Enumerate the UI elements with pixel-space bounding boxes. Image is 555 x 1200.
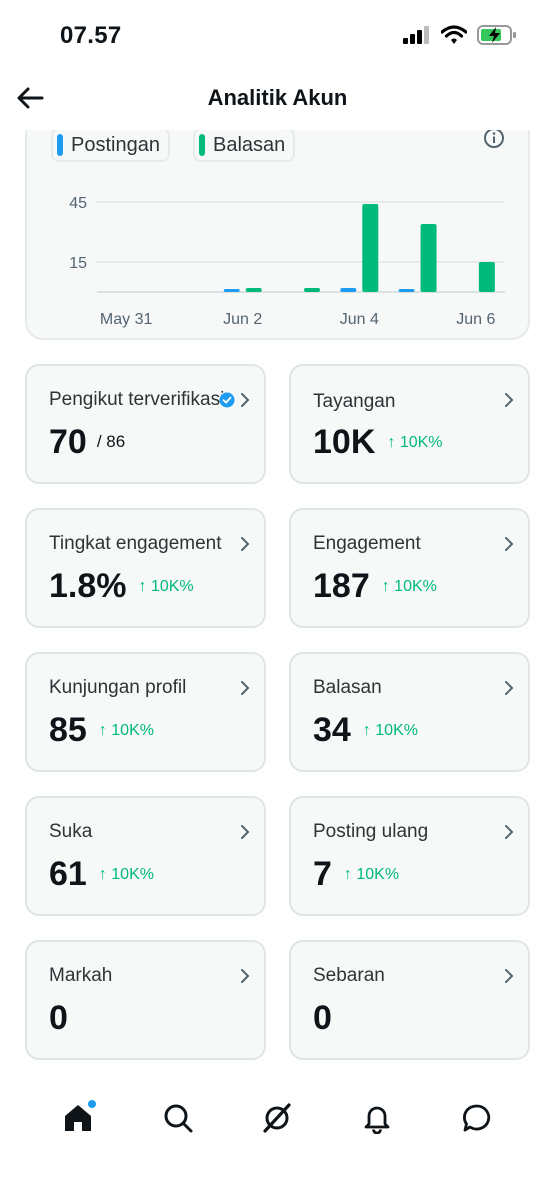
metric-value: 187 xyxy=(313,567,370,605)
legend-postingan: Postingan xyxy=(51,128,170,162)
metric-label: Markah xyxy=(49,965,113,986)
metric-sub: / 86 xyxy=(96,432,126,451)
metric-change: ↑ 10K% xyxy=(343,866,400,883)
metric-label: Tayangan xyxy=(313,391,396,412)
metric-value-row: 10K ↑ 10K% xyxy=(313,423,443,462)
chevron-right-icon xyxy=(241,969,250,983)
bell-icon xyxy=(364,1106,390,1134)
metric-value-row: 85 ↑ 10K% xyxy=(49,711,154,750)
metric-value: 61 xyxy=(49,855,87,893)
status-icons xyxy=(403,24,517,46)
chevron-right-icon xyxy=(505,825,514,839)
chevron-right-icon xyxy=(241,825,250,839)
x-tick-label: Jun 4 xyxy=(340,311,379,328)
header: Analitik Akun xyxy=(0,72,555,128)
chart-card: 15 45 May 31 Jun 2 Jun 4 Jun 6 Postingan Bala… xyxy=(25,100,530,340)
chevron-right-icon xyxy=(505,681,514,695)
metric-card-profile-visits[interactable]: Kunjungan profil 85 ↑ 10K% xyxy=(25,652,266,772)
x-tick-label: Jun 2 xyxy=(223,311,262,328)
metric-value-row: 187 ↑ 10K% xyxy=(313,567,437,606)
metric-card-likes[interactable]: Suka 61 ↑ 10K% xyxy=(25,796,266,916)
status-time: 07.57 xyxy=(60,22,122,49)
legend-label: Balasan xyxy=(213,133,286,156)
status-bar: 07.57 xyxy=(0,0,555,72)
metric-value-row: 7 ↑ 10K% xyxy=(313,855,399,894)
metric-value-row: 34 ↑ 10K% xyxy=(313,711,418,750)
page-title: Analitik Akun xyxy=(207,85,348,110)
tab-messages[interactable] xyxy=(457,1098,497,1138)
bar-balasan xyxy=(245,288,262,292)
verified-badge-icon xyxy=(219,392,235,408)
tab-search[interactable] xyxy=(158,1098,198,1138)
chevron-right-icon xyxy=(241,537,250,551)
metric-value: 7 xyxy=(313,855,332,893)
metric-label: Sebaran xyxy=(313,965,385,986)
bottom-nav xyxy=(0,1080,555,1155)
metric-value-row: 61 ↑ 10K% xyxy=(49,855,154,894)
metric-value-row: 70 / 86 xyxy=(49,423,125,462)
legend-balasan: Balasan xyxy=(193,128,296,162)
metric-card-replies[interactable]: Balasan 34 ↑ 10K% xyxy=(289,652,530,772)
metric-change: ↑ 10K% xyxy=(362,722,418,739)
metric-label: Posting ulang xyxy=(313,821,429,842)
metric-card-engagement[interactable]: Engagement 187 ↑ 10K% xyxy=(289,508,530,628)
y-tick-label: 45 xyxy=(69,195,87,212)
metric-value-row: 1.8% ↑ 10K% xyxy=(49,567,194,606)
bar-balasan xyxy=(304,288,320,292)
metric-label: Balasan xyxy=(313,677,382,698)
tab-home[interactable] xyxy=(58,1098,98,1138)
legend-swatch-balasan xyxy=(199,134,205,156)
bar-postingan xyxy=(223,289,240,292)
notification-dot xyxy=(87,1099,96,1108)
grok-icon xyxy=(263,1102,292,1133)
metric-card-impressions[interactable]: Tayangan 10K ↑ 10K% xyxy=(289,364,530,484)
y-tick-label: 15 xyxy=(69,255,87,272)
metric-label: Engagement xyxy=(313,533,421,554)
metric-label: Pengikut terverifikasi xyxy=(49,389,225,410)
metric-change: ↑ 10K% xyxy=(387,434,443,451)
x-tick-label: May 31 xyxy=(100,311,153,328)
tab-notifications[interactable] xyxy=(357,1098,397,1138)
metric-card-verified-followers[interactable]: Pengikut terverifikasi 70 / 86 xyxy=(25,364,266,484)
metric-label: Suka xyxy=(49,821,93,842)
bar-balasan xyxy=(478,262,495,292)
metric-card-shares[interactable]: Sebaran 0 xyxy=(289,940,530,1060)
legend-label: Postingan xyxy=(71,133,160,156)
legend-swatch-postingan xyxy=(57,134,63,156)
metric-card-bookmarks[interactable]: Markah 0 xyxy=(25,940,266,1060)
chevron-right-icon xyxy=(505,537,514,551)
wifi-icon xyxy=(441,25,467,44)
metric-card-reposts[interactable]: Posting ulang 7 ↑ 10K% xyxy=(289,796,530,916)
bar-postingan xyxy=(340,288,357,292)
battery-icon xyxy=(477,25,516,45)
metric-value: 70 xyxy=(49,423,87,461)
tab-grok[interactable] xyxy=(257,1098,297,1138)
chevron-right-icon xyxy=(505,393,514,407)
metric-change: ↑ 10K% xyxy=(98,866,154,883)
chevron-right-icon xyxy=(241,681,250,695)
metric-label: Tingkat engagement xyxy=(49,533,222,554)
search-icon xyxy=(164,1104,193,1132)
bar-postingan xyxy=(398,289,415,292)
metric-value: 1.8% xyxy=(49,567,127,605)
metric-label: Kunjungan profil xyxy=(49,677,187,698)
chevron-right-icon xyxy=(241,393,250,407)
message-icon xyxy=(463,1104,491,1131)
metric-change: ↑ 10K% xyxy=(138,578,194,595)
signal-icon xyxy=(403,26,429,44)
metric-change: ↑ 10K% xyxy=(98,722,154,739)
bar-balasan xyxy=(420,224,437,292)
metric-value: 0 xyxy=(49,999,68,1037)
x-tick-label: Jun 6 xyxy=(456,311,495,328)
metric-value: 10K xyxy=(313,423,376,461)
metric-value: 0 xyxy=(313,999,332,1037)
metric-change: ↑ 10K% xyxy=(381,578,437,595)
bar-balasan xyxy=(362,204,379,292)
chevron-right-icon xyxy=(505,969,514,983)
metric-value: 34 xyxy=(313,711,351,749)
metric-value: 85 xyxy=(49,711,87,749)
metric-card-engagement-rate[interactable]: Tingkat engagement 1.8% ↑ 10K% xyxy=(25,508,266,628)
